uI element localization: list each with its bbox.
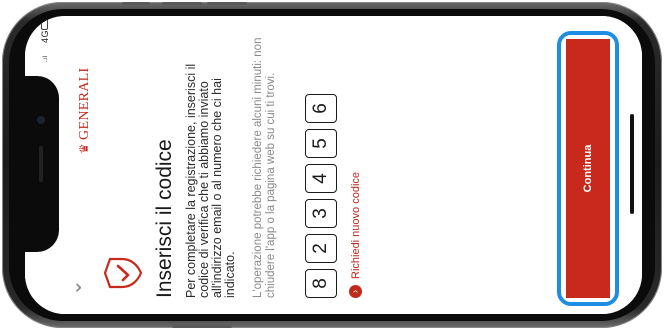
mute-switch — [207, 2, 247, 5]
camera-icon — [37, 116, 45, 124]
network-label: 4G — [40, 30, 50, 44]
speaker-grille — [39, 146, 43, 182]
app-content: ..ıl 4G ⌄ ♛GENERALI Inserisci il codice … — [25, 16, 642, 314]
otp-digit-1[interactable]: 8 — [305, 269, 337, 298]
battery-icon — [41, 18, 48, 30]
generali-logo: ♛GENERALI — [77, 67, 92, 154]
volume-up-button — [122, 2, 150, 5]
phone-screen: ..ıl 4G ⌄ ♛GENERALI Inserisci il codice … — [25, 16, 642, 314]
camera-notch — [25, 76, 59, 252]
page-title: Inserisci il codice — [153, 139, 176, 298]
home-indicator[interactable] — [630, 114, 634, 214]
resend-code-link[interactable]: › Richiedi nuovo codice — [349, 172, 362, 298]
wait-note: L'operazione potrebbe richiedere alcuni … — [252, 37, 277, 298]
otp-digit-2[interactable]: 2 — [305, 234, 337, 263]
continue-button[interactable]: Continua — [566, 39, 610, 298]
otp-digit-5[interactable]: 5 — [305, 129, 337, 158]
instructions-text: Per completare la registrazione, inseris… — [184, 63, 237, 298]
signal-indicator: ..ıl — [43, 56, 49, 63]
otp-digit-3[interactable]: 3 — [305, 199, 337, 228]
resend-code-label: Richiedi nuovo codice — [349, 171, 362, 279]
otp-digit-4[interactable]: 4 — [305, 164, 337, 193]
lion-icon: ♛ — [77, 142, 91, 154]
chevron-down-icon[interactable]: ⌄ — [64, 279, 86, 296]
otp-digit-6[interactable]: 6 — [305, 94, 337, 123]
otp-code-input[interactable]: 8 2 3 4 5 6 — [305, 94, 337, 298]
shield-check-icon — [103, 257, 143, 289]
power-button — [172, 325, 232, 328]
volume-down-button — [162, 2, 202, 5]
chevron-right-icon: › — [349, 285, 362, 298]
